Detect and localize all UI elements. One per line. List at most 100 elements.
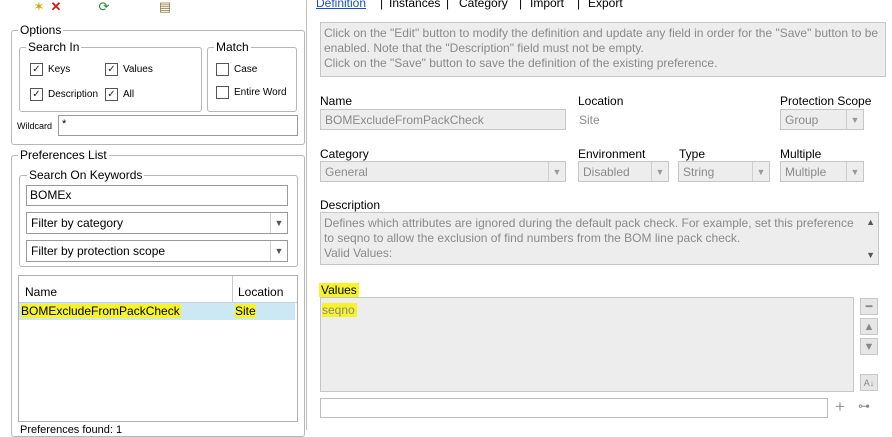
move-up-button[interactable]: ▲ — [860, 318, 878, 335]
scope-filter-value: Filter by protection scope — [31, 244, 166, 258]
multiple-select: Multiple ▼ — [780, 161, 864, 182]
multiple-value: Multiple — [785, 165, 827, 179]
preferences-found-text: Preferences found: 1 — [20, 424, 123, 436]
search-in-group — [19, 47, 202, 112]
check-icon: ✓ — [105, 88, 118, 101]
preferences-table: Name Location BOMExcludeFromPackCheck Si… — [18, 275, 298, 422]
description-box: Defines which attributes are ignored dur… — [320, 212, 879, 265]
type-value: String — [683, 165, 715, 179]
chevron-down-icon[interactable]: ▼ — [270, 213, 287, 233]
environment-select: Disabled ▼ — [578, 161, 669, 182]
checkbox-empty — [216, 86, 229, 99]
name-label: Name — [320, 94, 353, 108]
preferences-list-legend: Preferences List — [18, 148, 109, 162]
wildcard-input[interactable]: * — [58, 115, 298, 136]
all-label: All — [123, 89, 135, 100]
case-checkbox[interactable]: Case — [216, 63, 257, 76]
match-group — [207, 47, 297, 112]
tab-separator: | — [519, 0, 523, 10]
options-legend: Options — [18, 23, 64, 37]
values-label: Values — [319, 283, 359, 297]
category-select: General ▼ — [320, 161, 566, 182]
table-header: Name Location — [19, 276, 297, 303]
new-value-input[interactable] — [320, 398, 828, 418]
protection-scope-value: Group — [785, 113, 819, 127]
refresh-icon[interactable]: ⟳ — [96, 0, 112, 14]
checkbox-empty — [216, 63, 229, 76]
tab-separator: | — [446, 0, 450, 10]
arrow-up-icon: ▲ — [863, 320, 875, 333]
tab-separator: | — [380, 0, 384, 10]
header-name[interactable]: Name — [25, 285, 57, 299]
description-text: Defines which attributes are ignored dur… — [324, 216, 854, 260]
keys-label: Keys — [48, 64, 71, 75]
tab-import[interactable]: Import — [530, 0, 564, 10]
header-location[interactable]: Location — [238, 285, 283, 299]
tab-category[interactable]: Category — [459, 0, 508, 10]
values-list[interactable]: seqno — [320, 297, 854, 392]
location-value: Site — [579, 113, 600, 127]
chevron-down-icon: ▼ — [752, 162, 769, 181]
add-icon[interactable]: + — [835, 398, 845, 416]
delete-icon[interactable]: ✕ — [48, 0, 64, 14]
type-label: Type — [679, 147, 706, 161]
info-message: Click on the "Edit" button to modify the… — [320, 22, 886, 77]
environment-value: Disabled — [583, 165, 630, 179]
tab-separator: | — [577, 0, 581, 10]
right-panel: Definition | Instances | Category | Impo… — [307, 0, 892, 430]
keyword-input[interactable]: BOMEx — [26, 185, 288, 206]
check-icon: ✓ — [30, 88, 43, 101]
keys-checkbox[interactable]: ✓ Keys — [30, 63, 70, 76]
location-label: Location — [578, 94, 624, 108]
sort-button[interactable]: A↓ — [860, 374, 878, 391]
multiple-label: Multiple — [780, 147, 822, 161]
name-field: BOMExcludeFromPackCheck — [320, 109, 566, 130]
protection-scope-label: Protection Scope — [780, 94, 872, 108]
tab-definition[interactable]: Definition — [316, 0, 366, 10]
table-row[interactable]: BOMExcludeFromPackCheck Site — [19, 303, 295, 320]
category-filter-select[interactable]: Filter by category ▼ — [26, 212, 288, 234]
move-down-button[interactable]: ▼ — [860, 338, 878, 355]
chevron-down-icon: ▼ — [846, 162, 863, 181]
document-icon[interactable]: ▤ — [157, 0, 173, 14]
value-item[interactable]: seqno — [322, 303, 357, 317]
tab-export[interactable]: Export — [588, 0, 623, 10]
environment-label: Environment — [578, 147, 646, 161]
minus-icon: ━ — [865, 301, 873, 313]
description-label: Description — [320, 198, 381, 212]
category-value: General — [325, 165, 368, 179]
description-checkbox[interactable]: ✓ Description — [30, 88, 98, 101]
entire-word-checkbox[interactable]: Entire Word — [216, 86, 287, 99]
chevron-down-icon: ▼ — [548, 162, 565, 181]
chevron-down-icon[interactable]: ▼ — [270, 241, 287, 261]
check-icon: ✓ — [105, 63, 118, 76]
arrow-down-icon: ▼ — [863, 340, 875, 353]
case-label: Case — [234, 64, 258, 75]
match-legend: Match — [214, 40, 251, 54]
search-keywords-legend: Search On Keywords — [27, 168, 145, 182]
protection-scope-select: Group ▼ — [780, 109, 864, 130]
star-icon[interactable]: ✶ — [31, 0, 47, 14]
type-select: String ▼ — [678, 161, 770, 182]
search-in-legend: Search In — [26, 40, 82, 54]
column-divider — [232, 276, 233, 302]
row-name: BOMExcludeFromPackCheck — [21, 304, 181, 318]
check-icon: ✓ — [30, 63, 43, 76]
chevron-down-icon: ▼ — [651, 162, 668, 181]
wildcard-label: Wildcard — [17, 121, 53, 131]
key-icon[interactable]: ⊶ — [858, 399, 870, 413]
scroll-up-icon[interactable]: ▲ — [866, 217, 875, 227]
scroll-down-icon[interactable]: ▼ — [866, 250, 875, 260]
entire-word-label: Entire Word — [234, 87, 287, 98]
all-checkbox[interactable]: ✓ All — [105, 88, 134, 101]
tab-instances[interactable]: Instances — [389, 0, 440, 10]
scope-filter-select[interactable]: Filter by protection scope ▼ — [26, 240, 288, 262]
values-label: Values — [123, 64, 153, 75]
category-label: Category — [320, 147, 369, 161]
remove-value-button[interactable]: ━ — [860, 298, 878, 315]
row-location: Site — [235, 304, 256, 318]
values-checkbox[interactable]: ✓ Values — [105, 63, 153, 76]
category-filter-value: Filter by category — [31, 216, 124, 230]
sort-az-icon: A↓ — [863, 377, 875, 388]
description-label: Description — [48, 89, 99, 100]
